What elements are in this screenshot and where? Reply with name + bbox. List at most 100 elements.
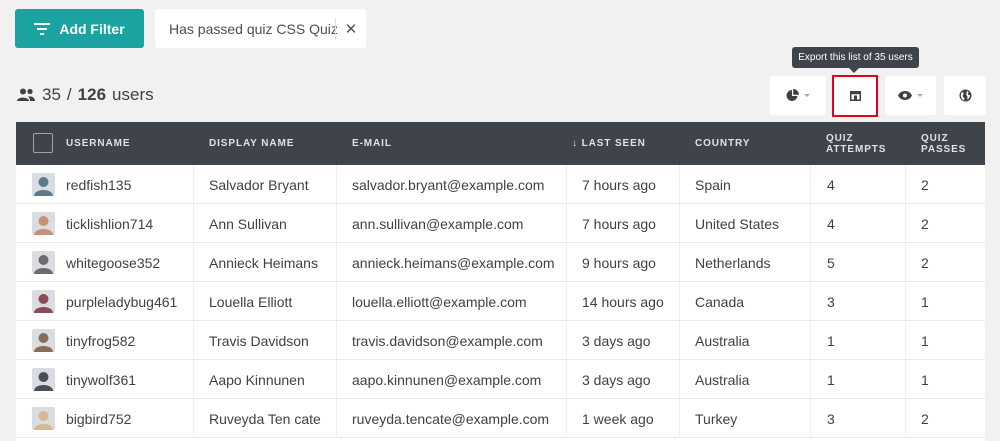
table-row[interactable]: redfish135 Salvador Bryant salvador.bryant… <box>16 165 985 204</box>
column-divider <box>336 399 337 437</box>
map-button[interactable] <box>944 76 986 115</box>
select-all-checkbox[interactable] <box>33 133 53 153</box>
chart-dropdown-button[interactable] <box>770 76 826 115</box>
chevron-down-icon <box>917 94 923 97</box>
visibility-dropdown-button[interactable] <box>885 76 936 115</box>
table-row[interactable]: ticklishlion714 Ann Sullivan ann.sullivan@… <box>16 204 985 243</box>
header-username[interactable]: USERNAME <box>66 122 130 165</box>
user-count: 35 / 126 users <box>16 83 154 107</box>
column-divider <box>810 282 811 320</box>
column-divider <box>810 165 811 203</box>
cell-country: Canada <box>695 293 745 310</box>
cell-email: salvador.bryant@example.com <box>352 176 545 193</box>
header-quiz-passes[interactable]: QUIZ PASSES <box>921 122 981 165</box>
column-divider <box>810 399 811 437</box>
cell-last-seen: 9 hours ago <box>582 254 656 271</box>
column-divider <box>193 204 194 242</box>
chevron-down-icon <box>804 94 810 97</box>
cell-display-name: Aapo Kinnunen <box>209 371 305 388</box>
filter-chip-label: Has passed quiz CSS Quiz <box>169 20 338 37</box>
export-icon <box>849 91 861 101</box>
cell-quiz-attempts: 4 <box>827 176 835 193</box>
column-divider <box>810 321 811 359</box>
table-row[interactable]: bigbird752 Ruveyda Ten cate ruveyda.tencat… <box>16 399 985 438</box>
table-row[interactable]: whitegoose352 Annieck Heimans annieck.heim… <box>16 243 985 282</box>
column-divider <box>566 243 567 281</box>
column-divider <box>905 243 906 281</box>
cell-username[interactable]: whitegoose352 <box>66 243 160 282</box>
column-divider <box>810 204 811 242</box>
header-display-name[interactable]: DISPLAY NAME <box>209 122 294 165</box>
column-divider <box>679 321 680 359</box>
table-header: USERNAME DISPLAY NAME E-MAIL ↓ LAST SEEN… <box>16 122 985 165</box>
avatar <box>32 368 55 391</box>
eye-icon <box>898 91 912 100</box>
cell-email: aapo.kinnunen@example.com <box>352 371 542 388</box>
column-divider <box>193 360 194 398</box>
add-filter-label: Add Filter <box>59 20 125 37</box>
column-divider <box>566 321 567 359</box>
column-divider <box>193 165 194 203</box>
table-body: redfish135 Salvador Bryant salvador.bryant… <box>16 165 985 438</box>
column-divider <box>193 321 194 359</box>
table-row[interactable]: tinyfrog582 Travis Davidson travis.davidso… <box>16 321 985 360</box>
column-divider <box>336 321 337 359</box>
column-divider <box>193 282 194 320</box>
column-divider <box>679 243 680 281</box>
column-divider <box>566 282 567 320</box>
avatar <box>32 407 55 430</box>
header-quiz-attempts[interactable]: QUIZ ATTEMPTS <box>826 122 896 165</box>
remove-filter-close-icon[interactable]: ✕ <box>336 20 366 38</box>
pie-chart-icon <box>786 89 799 101</box>
avatar <box>32 173 55 196</box>
cell-email: louella.elliott@example.com <box>352 293 527 310</box>
column-divider <box>193 243 194 281</box>
cell-quiz-passes: 1 <box>921 332 929 349</box>
cell-username[interactable]: ticklishlion714 <box>66 204 153 243</box>
cell-country: United States <box>695 215 780 232</box>
filtered-count: 35 <box>42 85 61 104</box>
column-divider <box>336 204 337 242</box>
cell-quiz-attempts: 3 <box>827 293 835 310</box>
cell-username[interactable]: tinywolf361 <box>66 360 136 399</box>
column-divider <box>679 399 680 437</box>
export-button[interactable] <box>832 75 878 117</box>
table-row[interactable]: purpleladybug461 Louella Elliott louella.e… <box>16 282 985 321</box>
header-last-seen[interactable]: ↓ LAST SEEN <box>572 122 646 165</box>
column-divider <box>566 399 567 437</box>
add-filter-button[interactable]: Add Filter <box>15 9 144 48</box>
cell-quiz-attempts: 4 <box>827 215 835 232</box>
cell-username[interactable]: bigbird752 <box>66 399 131 438</box>
cell-display-name: Travis Davidson <box>209 332 309 349</box>
cell-quiz-attempts: 1 <box>827 332 835 349</box>
cell-last-seen: 7 hours ago <box>582 176 656 193</box>
export-tooltip: Export this list of 35 users <box>792 47 919 73</box>
avatar <box>32 251 55 274</box>
cell-username[interactable]: redfish135 <box>66 165 131 204</box>
column-divider <box>905 321 906 359</box>
cell-username[interactable]: purpleladybug461 <box>66 282 177 321</box>
users-table: USERNAME DISPLAY NAME E-MAIL ↓ LAST SEEN… <box>16 122 985 441</box>
column-divider <box>336 165 337 203</box>
cell-email: ruveyda.tencate@example.com <box>352 410 550 427</box>
cell-country: Australia <box>695 371 750 388</box>
column-divider <box>905 165 906 203</box>
header-email[interactable]: E-MAIL <box>352 122 392 165</box>
cell-quiz-passes: 1 <box>921 371 929 388</box>
column-divider <box>679 360 680 398</box>
cell-last-seen: 7 hours ago <box>582 215 656 232</box>
column-divider <box>810 243 811 281</box>
table-row[interactable]: tinywolf361 Aapo Kinnunen aapo.kinnunen@ex… <box>16 360 985 399</box>
avatar <box>32 329 55 352</box>
column-divider <box>679 204 680 242</box>
header-country[interactable]: COUNTRY <box>695 122 750 165</box>
column-divider <box>905 399 906 437</box>
cell-last-seen: 1 week ago <box>582 410 654 427</box>
count-separator: / <box>66 85 72 104</box>
cell-display-name: Ann Sullivan <box>209 215 287 232</box>
cell-quiz-attempts: 1 <box>827 371 835 388</box>
globe-icon <box>959 89 971 102</box>
column-divider <box>193 399 194 437</box>
filter-icon <box>34 22 51 35</box>
cell-username[interactable]: tinyfrog582 <box>66 321 135 360</box>
